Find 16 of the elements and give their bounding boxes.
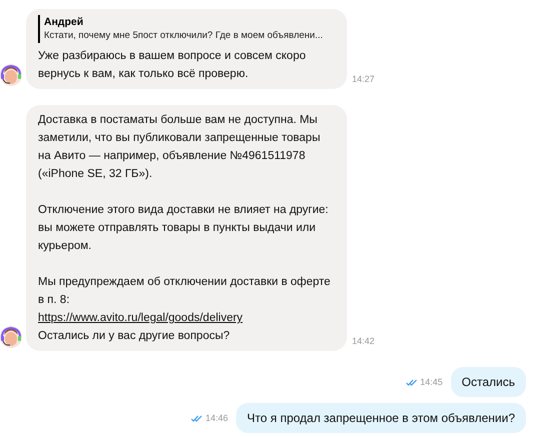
- message-text: Доставка в постаматы больше вам не доступна. Мы заметили, что вы публиковали запрещенные товары на Авито — например, объявление №4961511978 («iPhone SE, 32 ГБ»).: [38, 113, 322, 182]
- support-avatar-icon: [0, 325, 22, 349]
- delivery-link[interactable]: https://www.avito.ru/legal/goods/delivery: [38, 312, 243, 324]
- message-text: Остались: [462, 374, 515, 391]
- message-text: Остались ли у вас другие вопросы?: [38, 329, 231, 344]
- message-time: 14:45: [420, 376, 443, 388]
- quote-text: Кстати, почему мне 5пост отключили? Где в моем объявлени...: [44, 29, 323, 43]
- message-text: Уже разбираюсь в вашем вопросе и совсем скоро вернусь к вам, как только всё проверю.: [38, 49, 307, 82]
- message-text: Отключение этого вида доставки не влияет на другие: вы можете отправлять товары в пункты выдачи или курьером.: [38, 203, 330, 254]
- message-time: 14:42: [352, 335, 375, 347]
- support-avatar-icon: [0, 63, 22, 87]
- message-text: Что я продал запрещенное в этом объявлении?: [247, 410, 515, 427]
- message-text: Мы предупреждаем об отключении доставки в оферте в п. 8:: [38, 275, 332, 308]
- message-time: 14:27: [352, 73, 375, 85]
- quote-author: Андрей: [44, 15, 84, 29]
- message-time: 14:46: [205, 412, 228, 424]
